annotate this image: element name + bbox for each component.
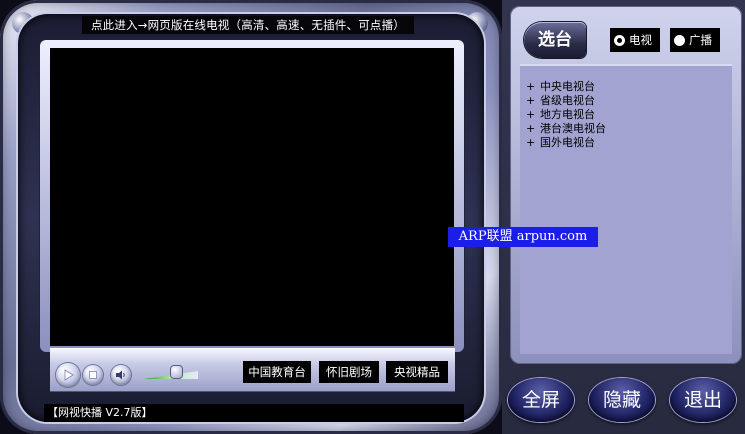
- expand-icon[interactable]: +: [526, 136, 540, 150]
- select-channel-label: 选台: [524, 22, 586, 58]
- video-screen[interactable]: [50, 48, 454, 346]
- status-bar: 【网视快播 V2.7版】: [44, 404, 464, 422]
- action-buttons: 全屏 隐藏 退出: [502, 370, 745, 434]
- hide-button[interactable]: 隐藏: [589, 378, 655, 422]
- radio-unselected-icon: [674, 34, 685, 46]
- fullscreen-button[interactable]: 全屏: [508, 378, 574, 422]
- volume-icon: [116, 370, 125, 380]
- mode-radio-tv[interactable]: 电视: [610, 28, 660, 52]
- play-icon: [64, 369, 74, 381]
- tree-item-hk-tw-macau[interactable]: + 港台澳电视台: [526, 122, 606, 136]
- mute-button[interactable]: [111, 365, 131, 385]
- expand-icon[interactable]: +: [526, 94, 540, 108]
- mode-radio-broadcast[interactable]: 广播: [670, 28, 720, 52]
- expand-icon[interactable]: +: [526, 122, 540, 136]
- stop-icon: [89, 371, 97, 379]
- tree-item-label: 省级电视台: [540, 94, 595, 107]
- channel-tree: + 中央电视台 + 省级电视台 + 地方电视台 + 港台澳电视台 + 国外电视台: [526, 80, 606, 150]
- tree-item-cctv[interactable]: + 中央电视台: [526, 80, 606, 94]
- web-version-link[interactable]: 点此进入→网页版在线电视（高清、高速、无插件、可点播）: [82, 16, 414, 34]
- mode-radio-label: 电视: [629, 33, 652, 47]
- tree-item-local[interactable]: + 地方电视台: [526, 108, 606, 122]
- volume-slider-handle[interactable]: [171, 366, 182, 378]
- watermark: ARP联盟 arpun.com: [448, 227, 598, 247]
- tree-item-label: 国外电视台: [540, 136, 595, 149]
- channel-button-classic-theater[interactable]: 怀旧剧场: [319, 361, 379, 383]
- video-frame: [40, 40, 464, 352]
- channel-button-education[interactable]: 中国教育台: [243, 361, 311, 383]
- player-window: 点此进入→网页版在线电视（高清、高速、无插件、可点播） 中国教育台 怀旧剧场 央…: [0, 0, 502, 434]
- tree-item-label: 港台澳电视台: [540, 122, 606, 135]
- channel-panel: 选台 电视 广播 + 中央电视台 + 省级电视台 + 地方电视台 + 港台澳电视台 + 国…: [502, 0, 745, 434]
- channel-panel-frame: [510, 6, 742, 364]
- tree-item-foreign[interactable]: + 国外电视台: [526, 136, 606, 150]
- radio-selected-icon: [614, 34, 625, 46]
- channel-button-cctv-best[interactable]: 央视精品: [386, 361, 448, 383]
- expand-icon[interactable]: +: [526, 108, 540, 122]
- tree-item-provincial[interactable]: + 省级电视台: [526, 94, 606, 108]
- play-button[interactable]: [56, 363, 80, 387]
- tree-item-label: 中央电视台: [540, 80, 595, 93]
- expand-icon[interactable]: +: [526, 80, 540, 94]
- mode-radio-label: 广播: [689, 33, 712, 47]
- tree-item-label: 地方电视台: [540, 108, 595, 121]
- control-bar: 中国教育台 怀旧剧场 央视精品: [50, 348, 455, 392]
- exit-button[interactable]: 退出: [670, 378, 736, 422]
- stop-button[interactable]: [83, 365, 103, 385]
